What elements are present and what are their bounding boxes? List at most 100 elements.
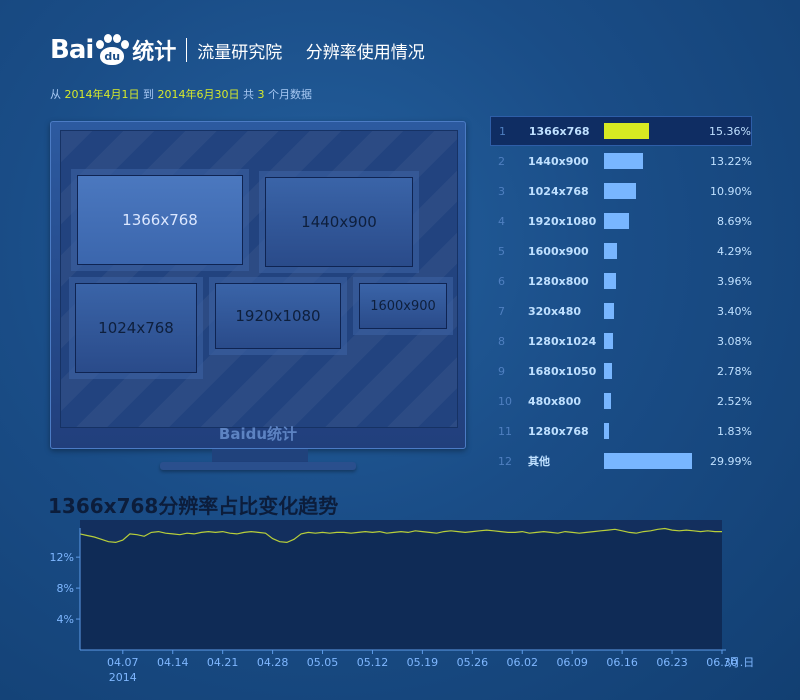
logo-text-left: Bai [50, 35, 94, 65]
trend-area [80, 528, 722, 650]
rank-bar [604, 333, 614, 349]
monitor-neck [212, 449, 308, 463]
rank-percent: 8.69% [717, 214, 752, 228]
rank-resolution: 1680x1050 [528, 364, 597, 378]
paw-icon: du [94, 34, 130, 66]
rank-row-7[interactable]: 7 320x480 3.40% [490, 296, 752, 326]
rank-number: 11 [498, 424, 512, 438]
rank-number: 8 [498, 334, 505, 348]
rank-row-5[interactable]: 5 1600x900 4.29% [490, 236, 752, 266]
x-unit-label: /月.日 [725, 656, 754, 669]
logo-paw-text: du [100, 47, 125, 65]
rank-bar [604, 153, 643, 169]
rank-bar [604, 183, 636, 199]
rank-bar-track [604, 303, 696, 319]
header-tagline: 流量研究院 分辨率使用情况 [197, 38, 424, 63]
rank-resolution: 320x480 [528, 304, 582, 318]
rank-number: 5 [498, 244, 505, 258]
rank-percent: 13.22% [710, 154, 752, 168]
x-tick-label: 05.19 [407, 656, 439, 669]
x-tick-label: 05.12 [357, 656, 389, 669]
rank-percent: 15.36% [709, 124, 751, 138]
baidu-tongji-logo[interactable]: Bai du 统计 [50, 34, 176, 66]
rank-resolution: 1280x800 [528, 274, 589, 288]
rank-number: 3 [498, 184, 505, 198]
x-year-label: 2014 [109, 671, 137, 684]
rank-percent: 2.52% [717, 394, 752, 408]
x-tick-label: 04.28 [257, 656, 289, 669]
rank-bar-track [604, 453, 696, 469]
rank-number: 12 [498, 454, 512, 468]
rank-row-3[interactable]: 3 1024x768 10.90% [490, 176, 752, 206]
rank-bar-track [604, 153, 696, 169]
rank-percent: 3.96% [717, 274, 752, 288]
res-box-1920x1080[interactable]: 1920x1080 [215, 283, 341, 349]
rank-number: 4 [498, 214, 505, 228]
date-range: 从 2014年4月1日 到 2014年6月30日 共 3 个月数据 [50, 86, 312, 102]
rank-number: 1 [499, 124, 506, 138]
rank-row-11[interactable]: 11 1280x768 1.83% [490, 416, 752, 446]
rank-number: 6 [498, 274, 505, 288]
rank-bar [604, 423, 610, 439]
section-title: 流量研究院 [197, 42, 283, 63]
rank-bar [604, 273, 616, 289]
header-divider [186, 38, 188, 62]
rank-bar [604, 393, 612, 409]
y-tick-label: 8% [57, 582, 74, 595]
rank-row-6[interactable]: 6 1280x800 3.96% [490, 266, 752, 296]
monitor-logo-paw: du [245, 425, 268, 443]
x-tick-label: 05.05 [307, 656, 339, 669]
res-box-1366x768[interactable]: 1366x768 [77, 175, 243, 265]
rank-bar-track [604, 363, 696, 379]
rank-resolution: 1600x900 [528, 244, 589, 258]
rank-bar-track [604, 243, 696, 259]
rank-bar [604, 123, 650, 139]
date-suffix: 个月数据 [268, 88, 312, 101]
rank-bar-track [604, 393, 696, 409]
res-box-1440x900[interactable]: 1440x900 [265, 177, 413, 267]
trend-chart: 4% 8% 12% 04.07 04.14 04.21 04.28 05.05 05.12 05.… [50, 520, 754, 684]
rank-row-9[interactable]: 9 1680x1050 2.78% [490, 356, 752, 386]
brand-header: Bai du 统计 流量研究院 分辨率使用情况 [50, 30, 425, 70]
rank-row-12[interactable]: 12 其他 29.99% [490, 446, 752, 476]
date-from-label: 从 [50, 88, 61, 101]
rank-resolution: 1920x1080 [528, 214, 597, 228]
rank-percent: 4.29% [717, 244, 752, 258]
rank-percent: 1.83% [717, 424, 752, 438]
rank-row-4[interactable]: 4 1920x1080 8.69% [490, 206, 752, 236]
x-tick-label: 04.21 [207, 656, 239, 669]
y-tick-label: 12% [50, 551, 74, 564]
rank-number: 7 [498, 304, 505, 318]
x-tick-label: 05.26 [457, 656, 489, 669]
x-tick-label: 06.09 [556, 656, 588, 669]
rank-number: 2 [498, 154, 505, 168]
rank-bar [604, 213, 630, 229]
rank-row-2[interactable]: 2 1440x900 13.22% [490, 146, 752, 176]
monitor-stand [160, 462, 356, 470]
x-tick-label: 04.07 [107, 656, 139, 669]
rank-percent: 3.08% [717, 334, 752, 348]
rank-resolution: 1366x768 [528, 124, 590, 138]
page-title: 分辨率使用情况 [305, 42, 425, 63]
rank-row-1[interactable]: 1 1366x768 15.36% [490, 116, 752, 146]
res-box-1024x768[interactable]: 1024x768 [75, 283, 197, 373]
rank-bar-track [604, 423, 696, 439]
date-to-label: 到 [143, 88, 154, 101]
rank-percent: 2.78% [717, 364, 752, 378]
rank-bar-track [604, 183, 696, 199]
rank-bar-track [604, 213, 696, 229]
rank-bar-track [604, 333, 696, 349]
date-total-label: 共 [243, 88, 254, 101]
resolution-ranking: 1 1366x768 15.36% 2 1440x900 13.22% 3 1024x768 1… [490, 116, 752, 476]
rank-bar-track [604, 273, 696, 289]
rank-percent: 3.40% [717, 304, 752, 318]
rank-row-8[interactable]: 8 1280x1024 3.08% [490, 326, 752, 356]
rank-bar [604, 363, 613, 379]
rank-row-10[interactable]: 10 480x800 2.52% [490, 386, 752, 416]
monitor-logo-left: Bai [218, 425, 246, 443]
rank-bar [604, 453, 692, 469]
rank-percent: 29.99% [710, 454, 752, 468]
monitor-screen: 1366x768 1440x900 1024x768 1920x1080 160… [60, 130, 458, 428]
res-box-1600x900[interactable]: 1600x900 [359, 283, 447, 329]
monitor-illustration: 1366x768 1440x900 1024x768 1920x1080 160… [50, 121, 466, 449]
